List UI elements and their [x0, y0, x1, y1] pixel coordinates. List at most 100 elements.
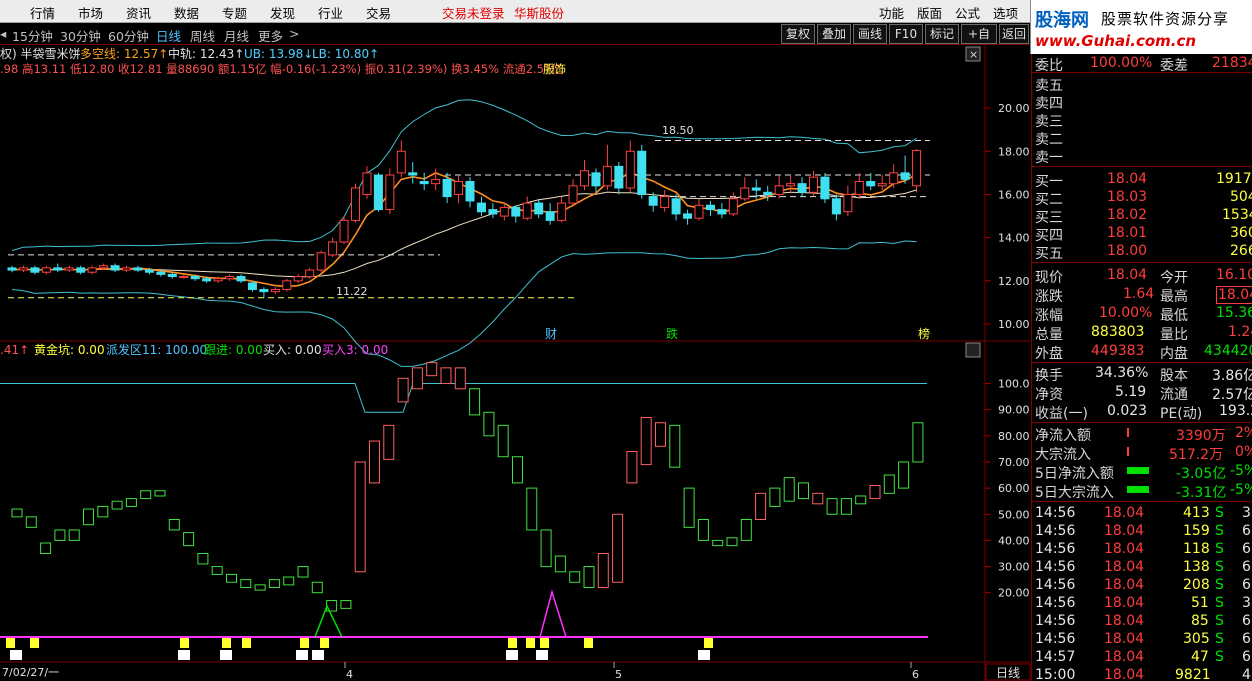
indicator-bar: [869, 485, 881, 500]
candle: [110, 265, 120, 271]
quote-panel: 委比 100.00% 委差 21834 卖五 卖四 卖三 卖二 卖一 买一 18…: [1031, 54, 1252, 681]
menu-item-zhuanti[interactable]: 专题: [222, 3, 247, 22]
candle: [648, 196, 658, 206]
stat-value: 10.00%: [1099, 305, 1153, 321]
sell3-row[interactable]: 卖三: [1032, 110, 1252, 130]
tick-count: 6: [1242, 523, 1251, 539]
buy4-row[interactable]: 买四 18.01 360: [1032, 224, 1252, 244]
tick-side: S: [1215, 613, 1224, 629]
industry-tag[interactable]: 服饰: [543, 62, 566, 76]
weicha-value: 21834: [1212, 55, 1252, 71]
tick-row: 14:56 18.04 85 S 6: [1032, 612, 1252, 630]
marker-finance[interactable]: 财: [545, 327, 557, 341]
separator: [1032, 72, 1252, 73]
tick-volume: 208: [1183, 577, 1210, 593]
flow-label: 净流入额: [1035, 428, 1091, 444]
indicator-bar: [383, 424, 395, 460]
indicator-bar: [340, 600, 352, 609]
f10-button[interactable]: F10: [889, 24, 923, 44]
more-arrow-icon[interactable]: >: [289, 26, 299, 41]
buy1-row[interactable]: 买一 18.04 19170: [1032, 170, 1252, 190]
add-watchlist-button[interactable]: +自选: [961, 24, 997, 59]
signal-marker: [180, 638, 189, 648]
candle: [270, 288, 280, 293]
menu-item-faxian[interactable]: 发现: [270, 3, 295, 22]
indicator-bar: [898, 461, 910, 489]
signal-marker: [540, 638, 549, 648]
candle: [41, 267, 51, 273]
period-monthly[interactable]: 月线: [224, 26, 249, 45]
sell4-row[interactable]: 卖四: [1032, 92, 1252, 112]
duokong-legend: 多空线: 12.57↑: [80, 47, 168, 61]
stock-name-link[interactable]: 华斯股份: [514, 3, 564, 22]
kline-chart[interactable]: 权) 半袋雪米饼 多空线: 12.57↑ 中轨: 12.43↑ UB: 13.9…: [0, 45, 1031, 681]
close-subpane-button[interactable]: [965, 342, 981, 358]
x-axis-label-4: 4: [346, 668, 353, 681]
candle: [671, 198, 681, 215]
menu-item-shuju[interactable]: 数据: [174, 3, 199, 22]
stat2-label: 收益(一): [1035, 406, 1088, 422]
period-more[interactable]: 更多: [258, 26, 283, 45]
menu-item-gongshi[interactable]: 公式: [955, 3, 980, 22]
menu-item-hangqing[interactable]: 行情: [30, 3, 55, 22]
candle: [442, 178, 452, 198]
period-60min[interactable]: 60分钟: [108, 26, 149, 45]
indicator-bar: [140, 490, 152, 500]
buy3-row[interactable]: 买三 18.02 1534: [1032, 206, 1252, 226]
indicator-bar: [497, 424, 509, 458]
signal-marker: [320, 638, 329, 648]
candle: [763, 191, 773, 195]
sell1-row[interactable]: 卖一: [1032, 146, 1252, 166]
menu-item-jiaoyi[interactable]: 交易: [366, 3, 391, 22]
buy2-row[interactable]: 买二 18.03 504: [1032, 188, 1252, 208]
period-weekly[interactable]: 周线: [190, 26, 215, 45]
sub-legend-huangjinkeng: 黄金坑: 0.00: [34, 342, 105, 357]
marker-drop[interactable]: 跌: [666, 326, 678, 341]
flow-label: 大宗流入: [1035, 447, 1091, 463]
candle: [797, 183, 807, 193]
tick-volume: 85: [1191, 613, 1209, 629]
stat-row-2: 涨幅 10.00% 最低 15.36: [1032, 304, 1252, 324]
menu-item-banmian[interactable]: 版面: [917, 3, 942, 22]
indicator-bar: [125, 498, 137, 507]
fuquan-button[interactable]: 复权: [781, 24, 815, 44]
indicator-bar: [597, 552, 609, 588]
tick-volume: 9821: [1175, 667, 1211, 681]
flow-row-3: 5日大宗流入 -3.31亿 -5%: [1032, 481, 1252, 501]
back-button[interactable]: 返回: [999, 24, 1029, 44]
sell5-row[interactable]: 卖五: [1032, 74, 1252, 94]
indicator-bar: [440, 367, 452, 385]
sub-legend-mairu: 买入: 0.00: [263, 343, 322, 357]
left-arrow-icon[interactable]: ◂: [0, 26, 6, 41]
marker-rank[interactable]: 榜: [918, 326, 930, 341]
logo-slogan: 股票软件资源分享: [1101, 10, 1230, 28]
login-status[interactable]: 交易未登录: [442, 3, 505, 22]
menu-item-gongneng[interactable]: 功能: [879, 3, 904, 22]
period-15min[interactable]: 15分钟: [12, 26, 53, 45]
menu-item-zixun[interactable]: 资讯: [126, 3, 151, 22]
indicator-bar: [111, 500, 123, 510]
menu-item-shichang[interactable]: 市场: [78, 3, 103, 22]
tick-time: 14:56: [1035, 631, 1076, 647]
period-daily[interactable]: 日线: [156, 26, 181, 45]
huaxian-button[interactable]: 画线: [853, 24, 887, 44]
diejia-button[interactable]: 叠加: [817, 24, 851, 44]
indicator-bar: [712, 539, 724, 547]
menu-item-hangye[interactable]: 行业: [318, 3, 343, 22]
close-icon[interactable]: ×: [969, 48, 978, 61]
menu-item-xuanxiang[interactable]: 选项: [993, 3, 1018, 22]
tick-price: 18.04: [1104, 667, 1145, 681]
biaoji-button[interactable]: 标记: [925, 24, 959, 44]
x-axis-label-6: 6: [912, 668, 919, 681]
signal-marker: [242, 638, 251, 648]
period-30min[interactable]: 30分钟: [60, 26, 101, 45]
indicator-bar: [40, 542, 52, 554]
stat2-value: 0.023: [1107, 403, 1148, 419]
tick-count: 479: [1242, 667, 1252, 681]
candle: [18, 267, 28, 271]
tick-side: S: [1215, 577, 1224, 593]
buy5-row[interactable]: 买五 18.00 266: [1032, 242, 1252, 262]
logo-url: www.Guhai.com.cn: [1035, 32, 1197, 50]
sell2-row[interactable]: 卖二: [1032, 128, 1252, 148]
tick-volume: 51: [1191, 595, 1209, 611]
